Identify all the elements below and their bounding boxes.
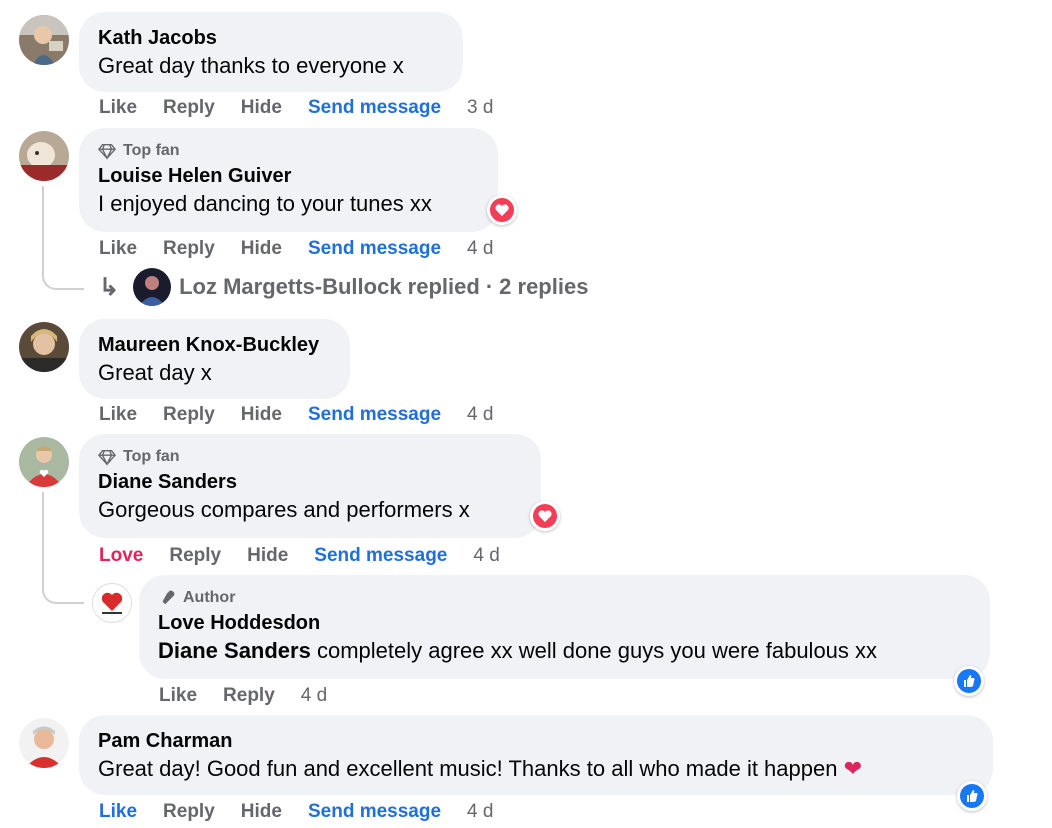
comment-actions: Love Reply Hide Send message 4 d: [99, 543, 526, 569]
comment-actions: Like Reply 4 d: [159, 683, 353, 709]
send-message-button[interactable]: Send message: [308, 238, 441, 260]
love-reaction-icon[interactable]: [487, 195, 517, 225]
thread-connector: [42, 492, 84, 604]
comment-author[interactable]: Louise Helen Guiver: [98, 162, 479, 190]
comment-actions: Like Reply Hide Send message 3 d: [99, 95, 519, 121]
replied-name: Loz Margetts-Bullock replied: [179, 274, 480, 299]
badge-label: Author: [183, 589, 236, 606]
diamond-icon: [98, 144, 116, 160]
comment-time[interactable]: 4 d: [473, 545, 499, 567]
hide-button[interactable]: Hide: [241, 97, 282, 119]
like-button[interactable]: Like: [159, 685, 197, 707]
like-reaction-icon[interactable]: [957, 781, 987, 811]
like-button[interactable]: Like: [99, 97, 137, 119]
comment-actions: Like Reply Hide Send message 4 d: [99, 799, 519, 825]
comment-text: I enjoyed dancing to your tunes xx: [98, 191, 432, 216]
send-message-button[interactable]: Send message: [314, 545, 447, 567]
reply-button[interactable]: Reply: [163, 404, 215, 426]
love-reaction-icon[interactable]: [530, 501, 560, 531]
comment-time[interactable]: 3 d: [467, 97, 493, 119]
avatar[interactable]: [19, 322, 69, 372]
comment-body: completely agree xx well done guys you w…: [310, 638, 878, 663]
avatar[interactable]: [19, 437, 69, 487]
comment-text: Great day! Good fun and excellent music!…: [98, 755, 974, 783]
comment-body: Great day! Good fun and excellent music!…: [98, 756, 838, 781]
avatar[interactable]: [19, 15, 69, 65]
heart-emoji-icon: ❤: [843, 756, 863, 781]
separator: ·: [485, 274, 494, 299]
comment-bubble: Author Love Hoddesdon Diane Sanders comp…: [139, 575, 990, 679]
comment-author[interactable]: Pam Charman: [98, 727, 974, 755]
like-button[interactable]: Like: [99, 238, 137, 260]
comment-actions: Like Reply Hide Send message 4 d: [99, 236, 519, 262]
comment-author[interactable]: Love Hoddesdon: [158, 609, 971, 637]
comment-bubble: Top fan Louise Helen Guiver I enjoyed da…: [79, 128, 498, 232]
thread-connector: [42, 240, 84, 290]
comment-bubble: Kath Jacobs Great day thanks to everyone…: [79, 12, 463, 92]
author-badge: Author: [158, 587, 971, 609]
badge-label: Top fan: [123, 448, 180, 465]
comment-actions: Like Reply Hide Send message 4 d: [99, 402, 519, 428]
love-button[interactable]: Love: [99, 545, 143, 567]
top-fan-badge: Top fan: [98, 446, 522, 468]
like-button[interactable]: Like: [99, 801, 137, 823]
avatar[interactable]: [92, 583, 132, 623]
avatar[interactable]: [19, 131, 69, 181]
reply-button[interactable]: Reply: [223, 685, 275, 707]
hide-button[interactable]: Hide: [241, 238, 282, 260]
reply-button[interactable]: Reply: [163, 97, 215, 119]
comment-time[interactable]: 4 d: [467, 238, 493, 260]
reply-button[interactable]: Reply: [163, 238, 215, 260]
comment-bubble: Maureen Knox-Buckley Great day x: [79, 319, 350, 399]
comment-time[interactable]: 4 d: [301, 685, 327, 707]
hide-button[interactable]: Hide: [247, 545, 288, 567]
comment-bubble: Top fan Diane Sanders Gorgeous compares …: [79, 434, 541, 538]
reply-button[interactable]: Reply: [169, 545, 221, 567]
diamond-icon: [98, 450, 116, 466]
comment-author[interactable]: Diane Sanders: [98, 468, 522, 496]
comment-bubble: Pam Charman Great day! Good fun and exce…: [79, 715, 993, 795]
reply-button[interactable]: Reply: [163, 801, 215, 823]
mention-link[interactable]: Diane Sanders: [158, 638, 311, 663]
microphone-icon: [162, 590, 175, 605]
top-fan-badge: Top fan: [98, 140, 479, 162]
reply-count: 2 replies: [499, 274, 589, 299]
hide-button[interactable]: Hide: [241, 404, 282, 426]
like-reaction-icon[interactable]: [954, 666, 984, 696]
view-replies-link[interactable]: ↳ Loz Margetts-Bullock replied · 2 repli…: [99, 267, 588, 307]
like-button[interactable]: Like: [99, 404, 137, 426]
badge-label: Top fan: [123, 142, 180, 159]
send-message-button[interactable]: Send message: [308, 404, 441, 426]
comment-author[interactable]: Maureen Knox-Buckley: [98, 331, 331, 359]
comment-text: Gorgeous compares and performers x: [98, 497, 470, 522]
send-message-button[interactable]: Send message: [308, 97, 441, 119]
hide-button[interactable]: Hide: [241, 801, 282, 823]
send-message-button[interactable]: Send message: [308, 801, 441, 823]
comment-text: Great day x: [98, 360, 212, 385]
comment-time[interactable]: 4 d: [467, 801, 493, 823]
comment-text: Diane Sanders completely agree xx well d…: [158, 637, 971, 665]
reply-arrow-icon: ↳: [99, 273, 120, 301]
avatar: [133, 268, 172, 306]
comment-author[interactable]: Kath Jacobs: [98, 24, 444, 52]
comment-text: Great day thanks to everyone x: [98, 53, 404, 78]
comment-time[interactable]: 4 d: [467, 404, 493, 426]
avatar[interactable]: [19, 718, 69, 768]
